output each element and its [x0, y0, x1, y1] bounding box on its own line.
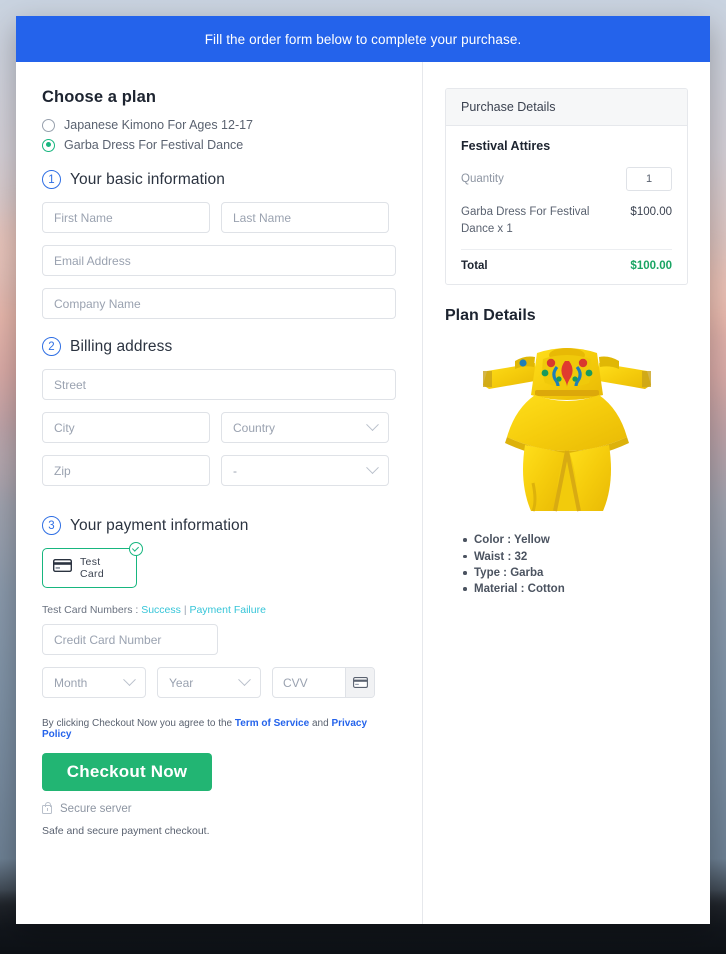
cvv-input[interactable]: CVV [273, 668, 345, 697]
line-item-amount: $100.00 [630, 206, 672, 218]
quantity-input[interactable]: 1 [626, 167, 672, 191]
terms-text: By clicking Checkout Now you agree to th… [42, 718, 396, 740]
radio-icon[interactable] [42, 118, 55, 132]
plan-option-kimono[interactable]: Japanese Kimono For Ages 12-17 [42, 118, 396, 132]
purchase-details-card: Purchase Details Festival Attires Quanti… [445, 88, 688, 286]
secure-server-label: Secure server [60, 803, 132, 815]
safe-payment-note: Safe and secure payment checkout. [42, 825, 210, 837]
cvv-field[interactable]: CVV [272, 667, 375, 698]
term-of-service-link[interactable]: Term of Service [235, 718, 309, 729]
test-card-numbers-row: Test Card Numbers : Success | Payment Fa… [42, 604, 396, 616]
step-payment-information: 3 Your payment information [42, 516, 396, 535]
card-body: Choose a plan Japanese Kimono For Ages 1… [16, 62, 710, 924]
line-item-description: Garba Dress For Festival Dance x 1 [461, 206, 590, 235]
plan-details-title: Plan Details [445, 307, 536, 325]
test-card-numbers-label: Test Card Numbers : [42, 604, 139, 616]
product-name: Festival Attires [461, 139, 551, 153]
terms-conjunction: and [311, 718, 329, 729]
step-label: Your basic information [70, 170, 225, 188]
test-card-label: Test Card [80, 556, 104, 580]
country-select[interactable]: Country [221, 412, 389, 443]
list-item: Waist : 32 [463, 549, 688, 565]
payment-failure-card-link[interactable]: Payment Failure [189, 604, 265, 616]
credit-card-icon [345, 668, 374, 697]
success-card-link[interactable]: Success [141, 604, 181, 616]
garba-dress-image [445, 333, 688, 518]
plan-option-label: Garba Dress For Festival Dance [64, 138, 244, 152]
checkout-card: Fill the order form below to complete yo… [16, 16, 710, 924]
company-name-input[interactable]: Company Name [42, 288, 396, 319]
order-form-column: Choose a plan Japanese Kimono For Ages 1… [16, 62, 423, 924]
chevron-down-icon [238, 673, 251, 687]
step-number: 1 [42, 170, 61, 189]
first-name-input[interactable]: First Name [42, 202, 210, 233]
state-select-value: - [233, 463, 237, 478]
quantity-label: Quantity [461, 173, 504, 185]
email-input[interactable]: Email Address [42, 245, 396, 276]
checkout-now-button[interactable]: Checkout Now [42, 753, 212, 791]
credit-card-icon [52, 558, 73, 577]
step-billing-address: 2 Billing address [42, 337, 396, 356]
banner-text: Fill the order form below to complete yo… [204, 31, 522, 47]
plan-option-garba[interactable]: Garba Dress For Festival Dance [42, 138, 396, 152]
credit-card-number-input[interactable]: Credit Card Number [42, 624, 218, 655]
plan-option-label: Japanese Kimono For Ages 12-17 [64, 118, 254, 132]
expiry-month-select[interactable]: Month [42, 667, 146, 698]
expiry-year-select[interactable]: Year [157, 667, 261, 698]
list-item: Color : Yellow [463, 532, 688, 548]
city-input[interactable]: City [42, 412, 210, 443]
test-card-option[interactable]: Test Card [42, 542, 143, 588]
state-select[interactable]: - [221, 455, 389, 486]
plan-specs-list: Color : Yellow Waist : 32 Type : Garba M… [463, 532, 688, 597]
zip-state-row: Zip - [42, 455, 396, 498]
radio-selected-icon[interactable] [42, 138, 55, 152]
street-input[interactable]: Street [42, 369, 396, 400]
name-row: First Name Last Name [42, 202, 396, 245]
expiry-month-value: Month [54, 675, 88, 690]
secure-server-row: Secure server [42, 801, 396, 815]
zip-input[interactable]: Zip [42, 455, 210, 486]
expiry-cvv-row: Month Year CVV [42, 667, 396, 710]
total-amount: $100.00 [630, 260, 672, 273]
total-row: Total $100.00 [461, 260, 672, 272]
total-label: Total [461, 260, 488, 273]
chevron-down-icon [366, 418, 379, 432]
city-country-row: City Country [42, 412, 396, 455]
choose-plan-title: Choose a plan [42, 88, 157, 106]
expiry-year-value: Year [169, 675, 194, 690]
lock-icon [42, 801, 52, 814]
purchase-details-body: Festival Attires Quantity 1 Garba Dress … [446, 126, 687, 284]
list-item: Material : Cotton [463, 581, 688, 597]
terms-prefix: By clicking Checkout Now you agree to th… [42, 718, 233, 729]
chevron-down-icon [366, 461, 379, 475]
link-divider: | [183, 604, 187, 616]
quantity-row: Quantity 1 [461, 167, 672, 191]
step-basic-information: 1 Your basic information [42, 170, 396, 189]
summary-column: Purchase Details Festival Attires Quanti… [423, 62, 710, 924]
check-circle-icon [129, 542, 143, 556]
country-select-value: Country [233, 420, 276, 435]
step-number: 2 [42, 337, 61, 356]
list-item: Type : Garba [463, 565, 688, 581]
banner: Fill the order form below to complete yo… [16, 16, 710, 62]
line-item-row: Garba Dress For Festival Dance x 1 $100.… [461, 204, 672, 251]
last-name-input[interactable]: Last Name [221, 202, 389, 233]
step-number: 3 [42, 516, 61, 535]
purchase-details-header: Purchase Details [446, 89, 687, 126]
step-label: Billing address [70, 337, 173, 355]
chevron-down-icon [123, 673, 136, 687]
step-label: Your payment information [70, 516, 249, 534]
